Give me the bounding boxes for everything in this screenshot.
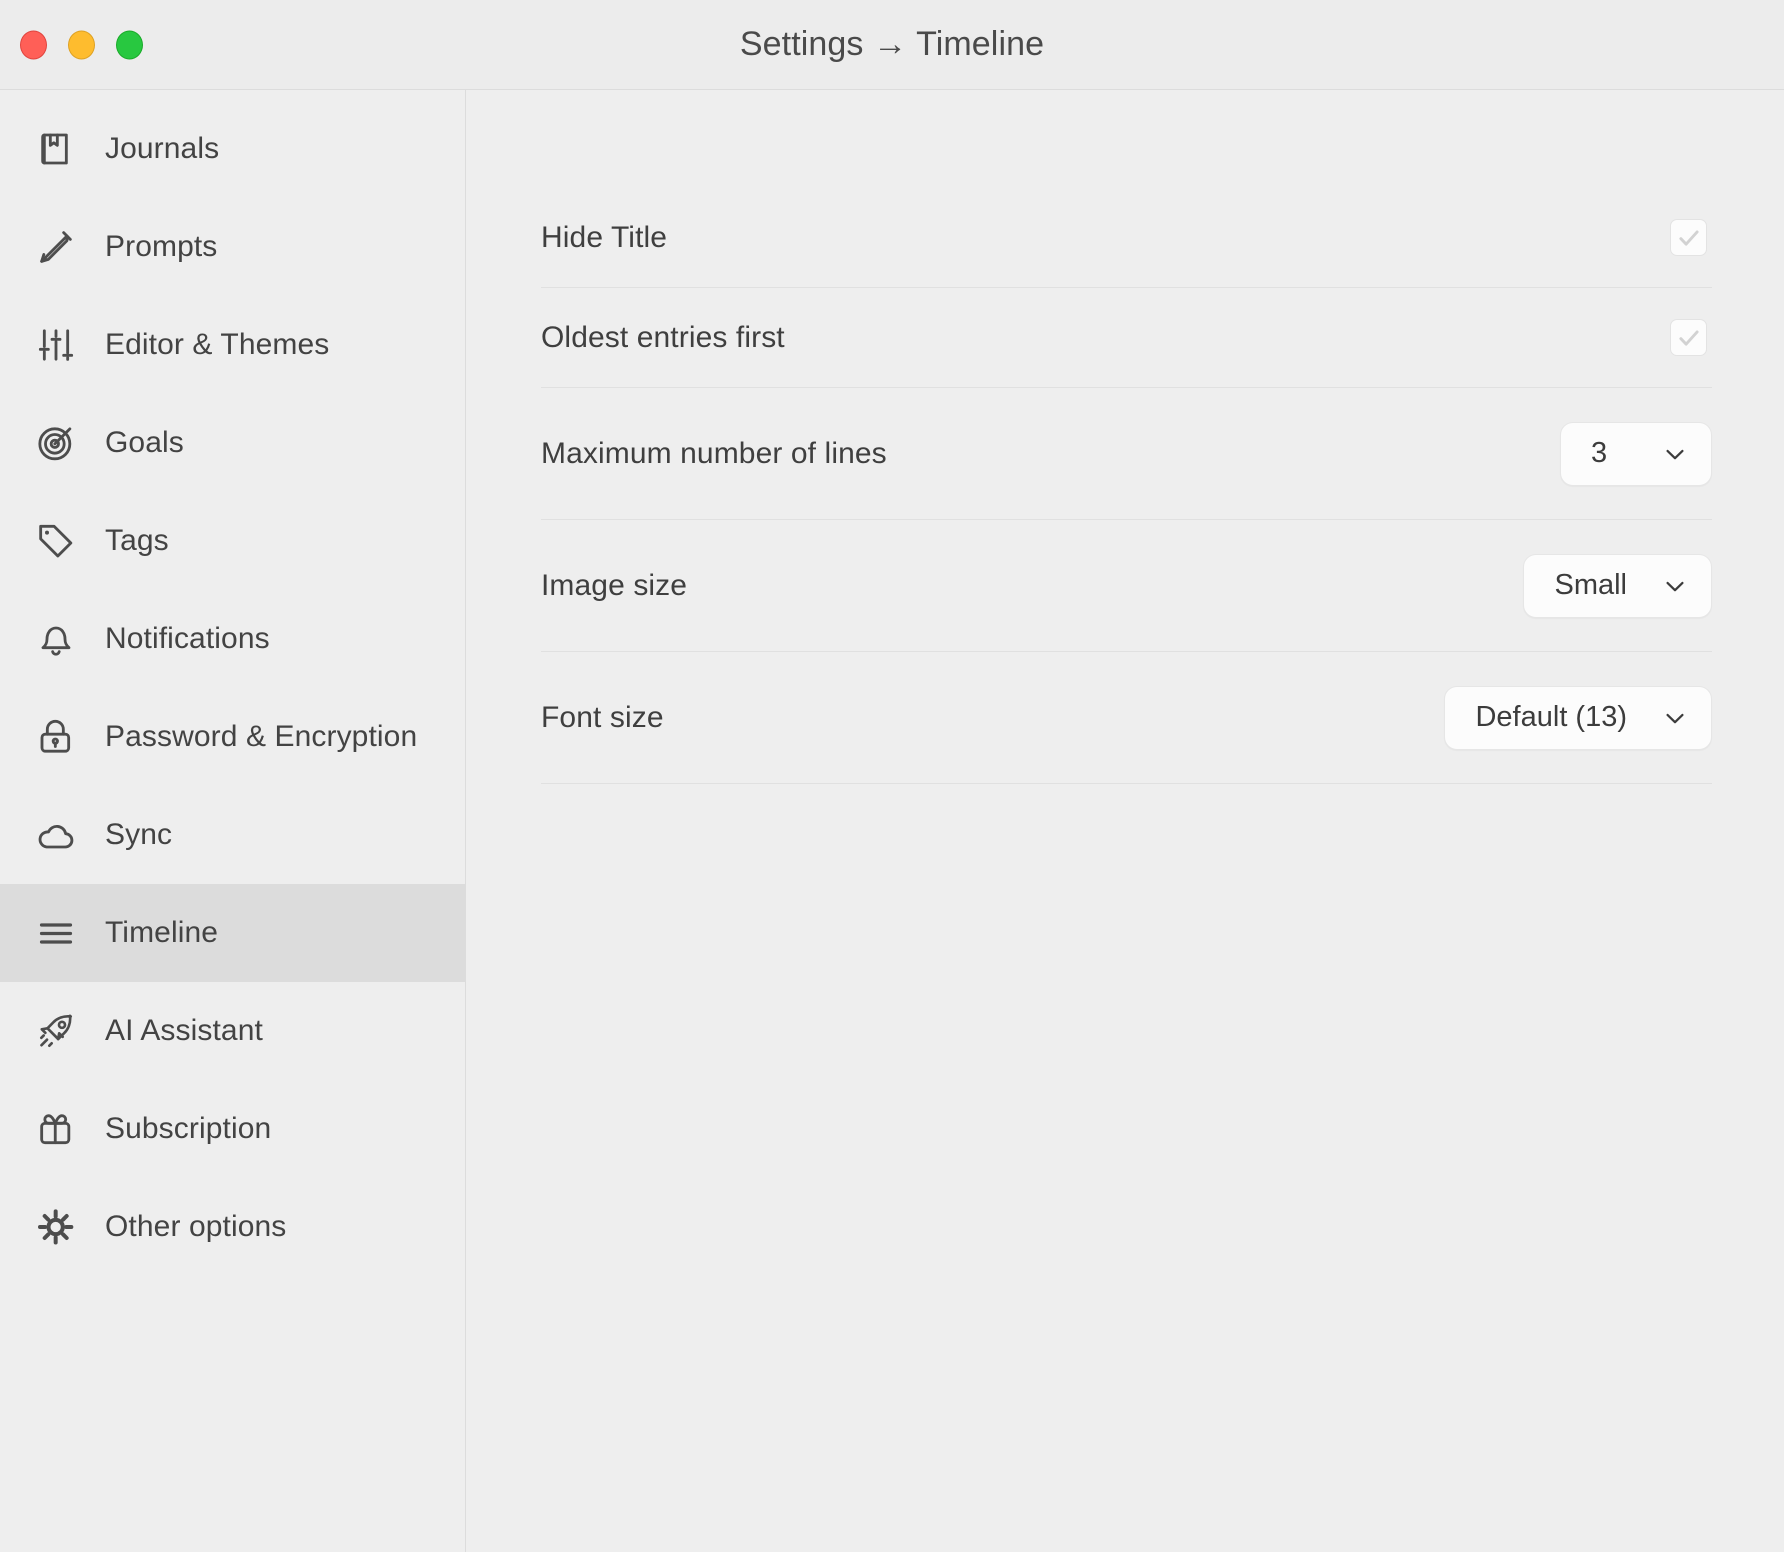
bell-icon bbox=[33, 616, 79, 662]
font-size-dropdown[interactable]: Default (13) bbox=[1444, 685, 1712, 750]
dropdown-value: Small bbox=[1554, 569, 1627, 601]
setting-row-maximum-number-of-lines: Maximum number of lines 3 bbox=[541, 388, 1712, 520]
setting-label: Oldest entries first bbox=[541, 320, 785, 354]
sidebar-item-label: Password & Encryption bbox=[105, 720, 418, 753]
traffic-lights bbox=[20, 30, 143, 59]
sidebar-item-label: Journals bbox=[105, 132, 220, 165]
window-title: Settings → Timeline bbox=[739, 25, 1045, 63]
sidebar-item-label: Timeline bbox=[105, 916, 219, 949]
sliders-icon bbox=[33, 322, 79, 368]
sidebar-item-tags[interactable]: Tags bbox=[0, 492, 465, 590]
dropdown-value: Default (13) bbox=[1475, 701, 1627, 733]
sidebar-item-label: Prompts bbox=[105, 230, 218, 263]
sidebar-item-label: Goals bbox=[105, 426, 184, 459]
setting-row-hide-title: Hide Title bbox=[541, 188, 1712, 288]
title-bar: Settings → Timeline bbox=[0, 0, 1784, 90]
sidebar-item-label: AI Assistant bbox=[105, 1014, 263, 1047]
sidebar-item-prompts[interactable]: Prompts bbox=[0, 198, 465, 296]
minimize-button[interactable] bbox=[68, 30, 95, 59]
sidebar-item-journals[interactable]: Journals bbox=[0, 100, 465, 198]
close-button[interactable] bbox=[20, 30, 47, 59]
book-icon bbox=[33, 126, 79, 172]
gift-icon bbox=[33, 1106, 79, 1152]
sidebar-item-label: Sync bbox=[105, 818, 173, 851]
setting-row-image-size: Image size Small bbox=[541, 520, 1712, 652]
setting-row-oldest-entries-first: Oldest entries first bbox=[541, 288, 1712, 388]
sidebar-item-label: Other options bbox=[105, 1210, 287, 1243]
chevron-down-icon bbox=[1661, 572, 1689, 600]
chevron-down-icon bbox=[1661, 440, 1689, 468]
settings-sidebar: Journals Prompts Editor & Themes Goals T… bbox=[0, 90, 466, 1552]
setting-row-font-size: Font size Default (13) bbox=[541, 652, 1712, 784]
window-body: Journals Prompts Editor & Themes Goals T… bbox=[0, 90, 1784, 1552]
lock-icon bbox=[33, 714, 79, 760]
sidebar-item-ai-assistant[interactable]: AI Assistant bbox=[0, 982, 465, 1080]
rocket-icon bbox=[33, 1008, 79, 1054]
setting-label: Maximum number of lines bbox=[541, 436, 887, 470]
sidebar-item-label: Notifications bbox=[105, 622, 270, 655]
sidebar-item-goals[interactable]: Goals bbox=[0, 394, 465, 492]
sidebar-item-editor-themes[interactable]: Editor & Themes bbox=[0, 296, 465, 394]
maximum-number-of-lines-dropdown[interactable]: 3 bbox=[1560, 421, 1712, 486]
sidebar-item-timeline[interactable]: Timeline bbox=[0, 884, 465, 982]
oldest-entries-first-checkbox[interactable] bbox=[1670, 319, 1707, 356]
sidebar-item-subscription[interactable]: Subscription bbox=[0, 1080, 465, 1178]
setting-label: Font size bbox=[541, 700, 664, 734]
maximize-button[interactable] bbox=[116, 30, 143, 59]
hide-title-checkbox[interactable] bbox=[1670, 219, 1707, 256]
sidebar-item-label: Tags bbox=[105, 524, 169, 557]
sidebar-item-sync[interactable]: Sync bbox=[0, 786, 465, 884]
sidebar-item-notifications[interactable]: Notifications bbox=[0, 590, 465, 688]
sidebar-item-label: Subscription bbox=[105, 1112, 272, 1145]
sidebar-item-password-encryption[interactable]: Password & Encryption bbox=[0, 688, 465, 786]
settings-main-panel: Hide Title Oldest entries first Maximum … bbox=[466, 90, 1784, 1552]
pencil-icon bbox=[33, 224, 79, 270]
cloud-icon bbox=[33, 812, 79, 858]
chevron-down-icon bbox=[1661, 704, 1689, 732]
sidebar-item-label: Editor & Themes bbox=[105, 328, 330, 361]
target-icon bbox=[33, 420, 79, 466]
settings-window: Settings → Timeline Journals Prompts Edi… bbox=[0, 0, 1784, 1552]
setting-label: Hide Title bbox=[541, 220, 668, 254]
settings-list: Hide Title Oldest entries first Maximum … bbox=[541, 90, 1712, 784]
gear-icon bbox=[33, 1204, 79, 1250]
hamburger-icon bbox=[33, 910, 79, 956]
dropdown-value: 3 bbox=[1591, 437, 1608, 469]
tag-icon bbox=[33, 518, 79, 564]
setting-label: Image size bbox=[541, 568, 688, 602]
image-size-dropdown[interactable]: Small bbox=[1523, 553, 1712, 618]
sidebar-item-other-options[interactable]: Other options bbox=[0, 1178, 465, 1276]
